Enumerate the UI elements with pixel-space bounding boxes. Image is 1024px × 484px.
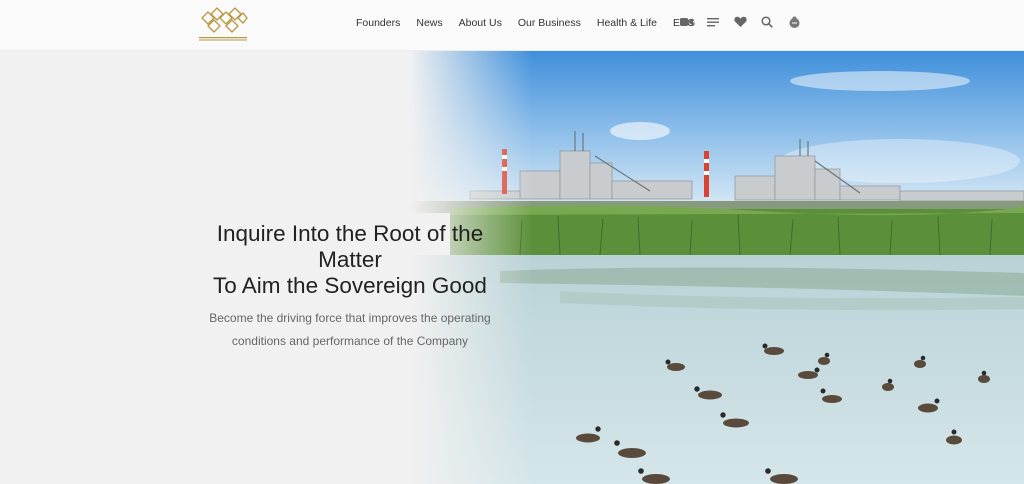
search-icon[interactable] <box>760 15 774 29</box>
hero-subtitle: Become the driving force that improves t… <box>180 307 520 353</box>
hero-title-line-1: Inquire Into the Root of the <box>216 221 484 246</box>
nav-our-business[interactable]: Our Business <box>518 17 581 29</box>
nav-health-life[interactable]: Health & Life <box>597 17 657 29</box>
nav-founders[interactable]: Founders <box>356 17 400 29</box>
site-header: Founders News About Us Our Business Heal… <box>0 0 1024 51</box>
main-nav: Founders News About Us Our Business Heal… <box>356 0 711 46</box>
menu-icon[interactable] <box>706 15 720 29</box>
hero-subtitle-line-2: conditions and performance of the Compan… <box>231 334 469 348</box>
heart-icon[interactable] <box>733 15 747 29</box>
hero-title: Inquire Into the Root of the Matter To A… <box>180 221 520 299</box>
hero-text-block: Inquire Into the Root of the Matter To A… <box>180 221 520 353</box>
language-icon[interactable] <box>787 15 801 29</box>
hero-title-line-2: Matter <box>318 247 382 272</box>
hero-subtitle-line-1: Become the driving force that improves t… <box>209 311 491 325</box>
nav-about-us[interactable]: About Us <box>459 17 502 29</box>
header-icons <box>679 15 814 29</box>
company-logo[interactable] <box>198 4 248 42</box>
hero-title-line-3: To Aim the Sovereign Good <box>213 273 487 298</box>
nav-news[interactable]: News <box>416 17 442 29</box>
video-icon[interactable] <box>679 15 693 29</box>
hero-banner: Inquire Into the Root of the Matter To A… <box>0 51 1024 484</box>
